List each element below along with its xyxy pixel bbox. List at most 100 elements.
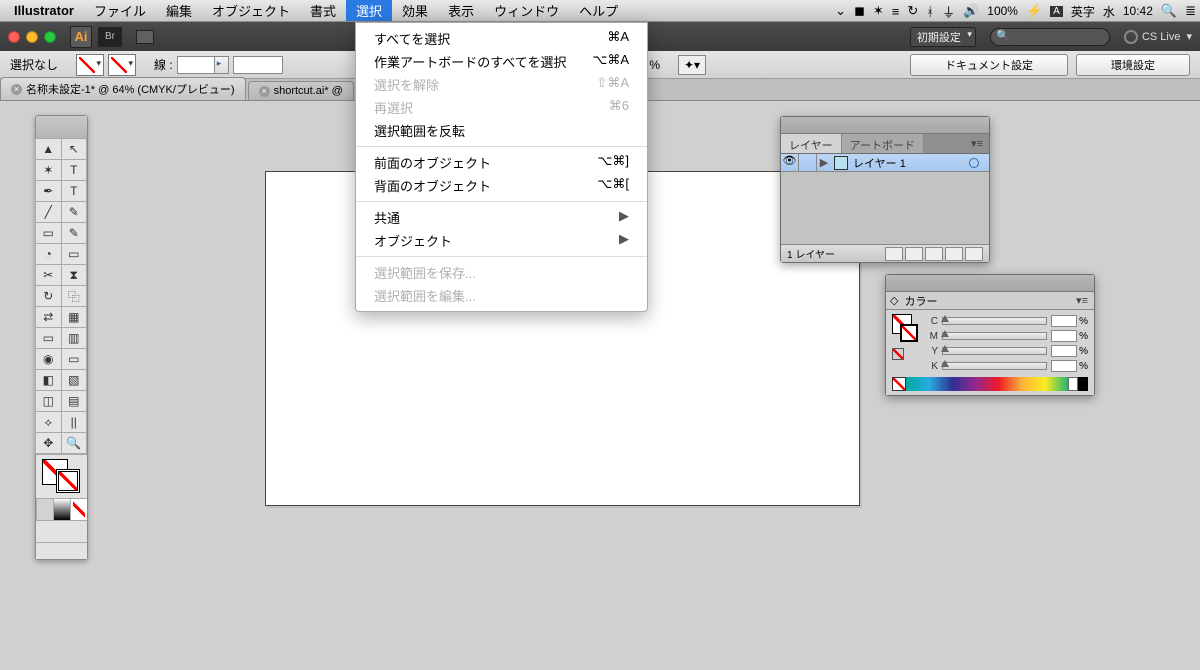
menu-item[interactable]: 共通▶: [356, 206, 647, 229]
stroke-swatch[interactable]: [108, 54, 136, 76]
tool-button[interactable]: ✎: [61, 222, 88, 244]
none-swatch[interactable]: [892, 348, 904, 360]
tool-button[interactable]: ▥: [61, 327, 88, 349]
disclosure-icon[interactable]: ▶: [817, 156, 831, 169]
tool-button[interactable]: ⟡: [35, 411, 62, 433]
document-tab[interactable]: × 名称未設定-1* @ 64% (CMYK/プレビュー): [0, 77, 246, 100]
fill-swatch[interactable]: [76, 54, 104, 76]
notification-icon[interactable]: ≣: [1185, 3, 1196, 19]
tool-button[interactable]: ◉: [35, 348, 62, 370]
menu-item[interactable]: ヘルプ: [569, 0, 628, 21]
tool-button[interactable]: ▲: [35, 138, 62, 160]
color-mode-row[interactable]: [36, 498, 87, 520]
tool-button[interactable]: ◧: [35, 369, 62, 391]
tool-button[interactable]: ⇄: [35, 306, 62, 328]
stroke-swatch[interactable]: [900, 324, 918, 342]
tool-button[interactable]: ✎: [61, 201, 88, 223]
tool-button[interactable]: ||: [61, 411, 88, 433]
color-slider[interactable]: K%: [926, 359, 1088, 373]
spotlight-icon[interactable]: 🔍: [1161, 3, 1177, 19]
document-tab[interactable]: × shortcut.ai* @: [248, 81, 354, 100]
menu-item[interactable]: 背面のオブジェクト⌥⌘[: [356, 174, 647, 197]
menu-item[interactable]: 前面のオブジェクト⌥⌘]: [356, 151, 647, 174]
panel-grip[interactable]: [36, 116, 87, 139]
tool-button[interactable]: ✂: [35, 264, 62, 286]
close-window-icon[interactable]: [8, 31, 20, 43]
target-icon[interactable]: [969, 158, 979, 168]
tool-button[interactable]: T: [61, 159, 88, 181]
delete-layer-icon[interactable]: [965, 247, 983, 261]
screen-mode-row[interactable]: [36, 520, 87, 542]
menu-item[interactable]: ウィンドウ: [484, 0, 569, 21]
tool-button[interactable]: ✥: [35, 432, 62, 454]
arrange-documents-icon[interactable]: [136, 30, 154, 44]
layers-tab[interactable]: レイヤー: [781, 134, 842, 153]
workspace-dropdown[interactable]: 初期設定: [910, 27, 976, 47]
menu-item[interactable]: ファイル: [84, 0, 156, 21]
tool-button[interactable]: ▦: [61, 306, 88, 328]
tool-button[interactable]: ▧: [61, 369, 88, 391]
stroke-weight-input[interactable]: [177, 56, 229, 74]
ime-badge[interactable]: A: [1050, 6, 1063, 17]
layer-name[interactable]: レイヤー 1: [851, 155, 969, 171]
lock-icon[interactable]: [799, 154, 817, 172]
menu-item[interactable]: すべてを選択⌘A: [356, 27, 647, 50]
tool-button[interactable]: ▭: [61, 243, 88, 265]
tool-button[interactable]: ⧗: [61, 264, 88, 286]
panel-grip[interactable]: [886, 275, 1094, 292]
stroke-style-dropdown[interactable]: [233, 56, 283, 74]
visibility-icon[interactable]: 👁: [781, 154, 799, 172]
menu-item[interactable]: 効果: [392, 0, 438, 21]
new-layer-icon[interactable]: [945, 247, 963, 261]
tool-button[interactable]: ▭: [61, 348, 88, 370]
tool-button[interactable]: ▤: [61, 390, 88, 412]
tool-button[interactable]: ↻: [35, 285, 62, 307]
panel-menu-icon[interactable]: ▾≡: [1070, 291, 1094, 310]
preferences-button[interactable]: 環境設定: [1076, 54, 1190, 76]
close-tab-icon[interactable]: ×: [11, 84, 22, 95]
document-setup-button[interactable]: ドキュメント設定: [910, 54, 1068, 76]
tool-button[interactable]: ✶: [35, 159, 62, 181]
color-slider[interactable]: M%: [926, 329, 1088, 343]
cslive-button[interactable]: CS Live▾: [1124, 30, 1192, 44]
layer-row[interactable]: 👁 ▶ レイヤー 1: [781, 154, 989, 172]
locate-icon[interactable]: [885, 247, 903, 261]
tool-button[interactable]: ◫: [35, 390, 62, 412]
stroke-swatch[interactable]: [56, 469, 80, 493]
menu-item[interactable]: 選択: [346, 0, 392, 21]
tool-button[interactable]: T: [61, 180, 88, 202]
tool-button[interactable]: ↖: [61, 138, 88, 160]
minimize-window-icon[interactable]: [26, 31, 38, 43]
bridge-icon[interactable]: Br: [98, 27, 122, 47]
color-tab[interactable]: カラー: [898, 293, 943, 309]
none-icon[interactable]: [892, 377, 906, 391]
menu-item[interactable]: 書式: [300, 0, 346, 21]
tool-button[interactable]: 🔍: [61, 432, 88, 454]
panel-grip[interactable]: [781, 117, 989, 134]
make-clipping-icon[interactable]: [905, 247, 923, 261]
tool-button[interactable]: ⿻: [61, 285, 88, 307]
close-tab-icon[interactable]: ×: [259, 86, 270, 97]
tool-button[interactable]: ▭: [35, 222, 62, 244]
panel-menu-icon[interactable]: ▾≡: [965, 134, 989, 153]
menu-item[interactable]: オブジェクト▶: [356, 229, 647, 252]
menu-item[interactable]: 作業アートボードのすべてを選択⌥⌘A: [356, 50, 647, 73]
fill-stroke-control[interactable]: [36, 454, 87, 498]
spectrum-ramp[interactable]: [892, 377, 1088, 391]
menu-item[interactable]: 選択範囲を反転: [356, 119, 647, 142]
style-picker-icon[interactable]: ✦▾: [678, 55, 706, 75]
color-slider[interactable]: Y%: [926, 344, 1088, 358]
new-sublayer-icon[interactable]: [925, 247, 943, 261]
color-slider[interactable]: C%: [926, 314, 1088, 328]
artboards-tab[interactable]: アートボード: [842, 134, 924, 153]
menu-item[interactable]: 表示: [438, 0, 484, 21]
tool-button[interactable]: ▭: [35, 327, 62, 349]
tearoff-handle[interactable]: [36, 542, 87, 559]
tool-button[interactable]: ╱: [35, 201, 62, 223]
tool-button[interactable]: ◔: [35, 243, 62, 265]
tool-button[interactable]: ✒: [35, 180, 62, 202]
menu-item[interactable]: オブジェクト: [202, 0, 300, 21]
zoom-window-icon[interactable]: [44, 31, 56, 43]
window-controls[interactable]: [8, 31, 56, 43]
help-search-input[interactable]: [990, 28, 1110, 46]
